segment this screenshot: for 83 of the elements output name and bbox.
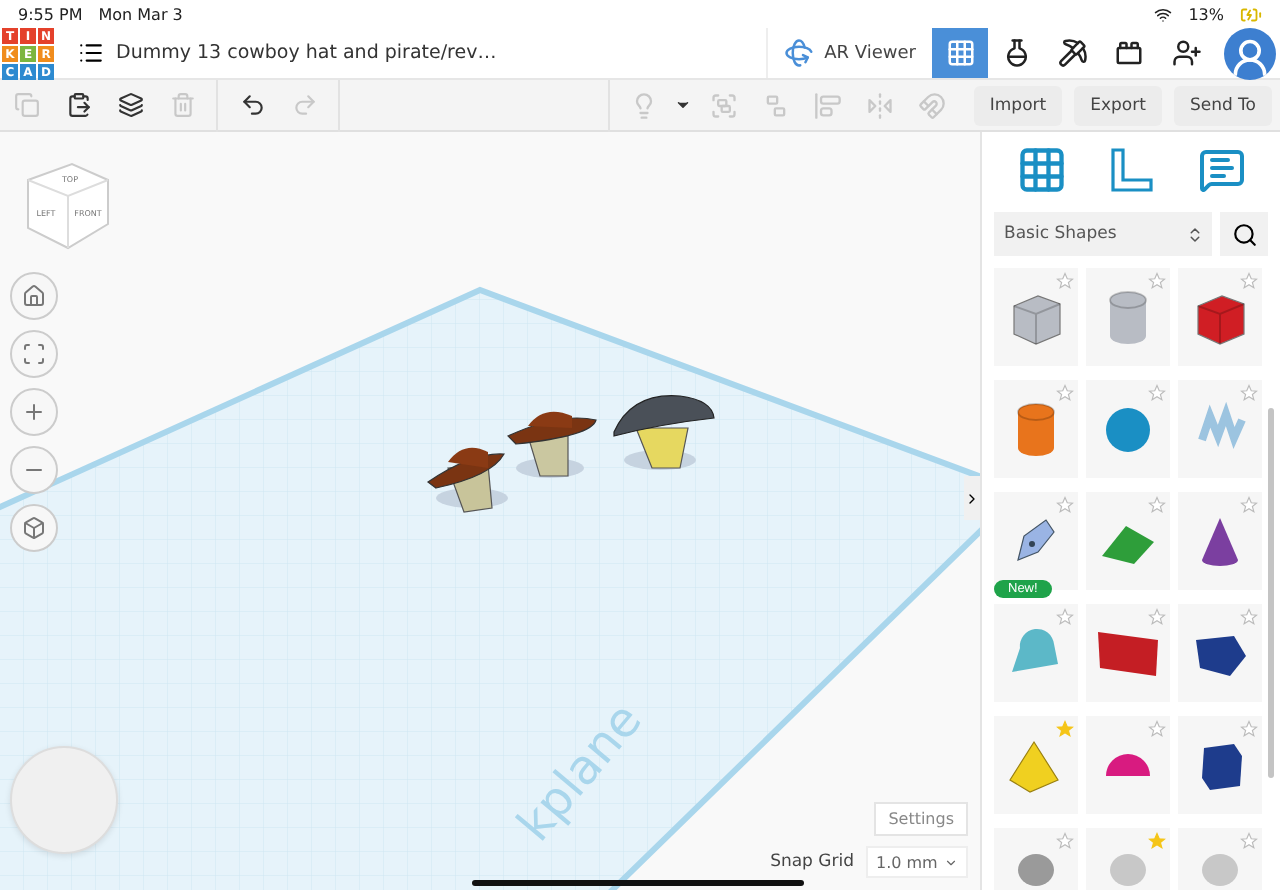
star-icon[interactable] — [1148, 272, 1166, 290]
brick-icon — [1113, 38, 1143, 68]
status-time: 9:55 PM — [18, 5, 83, 23]
star-icon[interactable] — [1148, 832, 1166, 850]
search-icon — [1231, 221, 1257, 247]
shape-tile[interactable] — [1178, 716, 1262, 814]
group-icon — [709, 91, 738, 119]
zoom-out-button[interactable] — [10, 446, 58, 494]
star-icon[interactable] — [1240, 832, 1258, 850]
trash-icon — [169, 92, 195, 118]
rotate-cube-icon — [784, 38, 815, 68]
toolbar-button[interactable]: Export — [1074, 85, 1162, 125]
pickaxe-icon — [1057, 38, 1087, 68]
note-icon — [1198, 146, 1247, 194]
caret-icon — [944, 855, 958, 869]
toolbar-button[interactable]: Send To — [1173, 85, 1272, 125]
shape-tile[interactable] — [994, 604, 1078, 702]
star-icon[interactable] — [1056, 608, 1074, 626]
star-icon[interactable] — [1240, 608, 1258, 626]
home-icon — [22, 284, 46, 308]
star-icon[interactable] — [1148, 384, 1166, 402]
snap-grid-select[interactable]: 1.0 mm — [866, 846, 968, 878]
shape-tile[interactable] — [1178, 492, 1262, 590]
align-icon — [813, 91, 842, 119]
shape-tile[interactable] — [1086, 716, 1170, 814]
undo-icon — [239, 92, 265, 118]
grid-icon — [945, 38, 975, 68]
star-icon[interactable] — [1240, 272, 1258, 290]
star-icon[interactable] — [1240, 720, 1258, 738]
fit-button[interactable] — [10, 330, 58, 378]
shape-tile[interactable] — [1086, 380, 1170, 478]
up-down-icon — [1186, 225, 1204, 243]
star-icon[interactable] — [1148, 608, 1166, 626]
magnet-icon — [917, 91, 946, 119]
add-user-icon — [1171, 38, 1201, 68]
collapse-panel-button[interactable] — [964, 476, 980, 520]
battery-percent: 13% — [1188, 5, 1224, 23]
star-icon[interactable] — [1056, 832, 1074, 850]
search-button[interactable] — [1220, 212, 1268, 256]
caret-icon — [674, 96, 693, 114]
redo-icon — [291, 92, 317, 118]
star-icon[interactable] — [1056, 272, 1074, 290]
star-icon[interactable] — [1056, 720, 1074, 738]
star-icon[interactable] — [1240, 384, 1258, 402]
star-icon[interactable] — [1056, 384, 1074, 402]
shape-tile[interactable] — [1086, 268, 1170, 366]
flask-icon — [1001, 38, 1031, 68]
star-icon[interactable] — [1148, 720, 1166, 738]
snap-grid-label: Snap Grid — [770, 852, 854, 872]
design-title[interactable]: Dummy 13 cowboy hat and pirate/rev… — [116, 42, 497, 64]
copy-icon — [13, 92, 39, 118]
shape-tile[interactable] — [994, 268, 1078, 366]
fit-view-icon — [22, 342, 46, 366]
shape-tile[interactable] — [1178, 604, 1262, 702]
shape-tile[interactable] — [1178, 268, 1262, 366]
shape-tile[interactable] — [994, 380, 1078, 478]
star-icon[interactable] — [1056, 496, 1074, 514]
layers-icon — [117, 92, 143, 118]
shape-tile[interactable] — [1086, 492, 1170, 590]
toolbar-button[interactable]: Import — [973, 85, 1063, 125]
star-icon[interactable] — [1240, 496, 1258, 514]
ungroup-icon — [761, 91, 790, 119]
list-icon[interactable] — [78, 40, 104, 66]
home-button[interactable] — [10, 272, 58, 320]
shape-tile[interactable] — [1086, 604, 1170, 702]
plus-icon — [22, 400, 46, 424]
chevron-icon — [964, 489, 980, 507]
settings-button[interactable]: Settings — [874, 802, 968, 836]
battery-icon — [1240, 3, 1262, 25]
ruler-icon — [1110, 148, 1155, 192]
shape-category-select[interactable]: Basic Shapes — [994, 212, 1212, 256]
ruler-tool-button[interactable] — [1106, 144, 1159, 196]
shape-tile[interactable] — [994, 716, 1078, 814]
paste-icon — [65, 92, 91, 118]
wifi-icon — [1154, 5, 1173, 23]
grid-icon — [1015, 144, 1068, 196]
avatar[interactable] — [1224, 28, 1276, 80]
star-icon[interactable] — [1148, 496, 1166, 514]
mirror-icon — [865, 91, 894, 119]
zoom-in-button[interactable] — [10, 388, 58, 436]
status-date: Mon Mar 3 — [98, 5, 183, 23]
cube-icon — [22, 516, 46, 540]
shape-tile[interactable] — [1178, 380, 1262, 478]
